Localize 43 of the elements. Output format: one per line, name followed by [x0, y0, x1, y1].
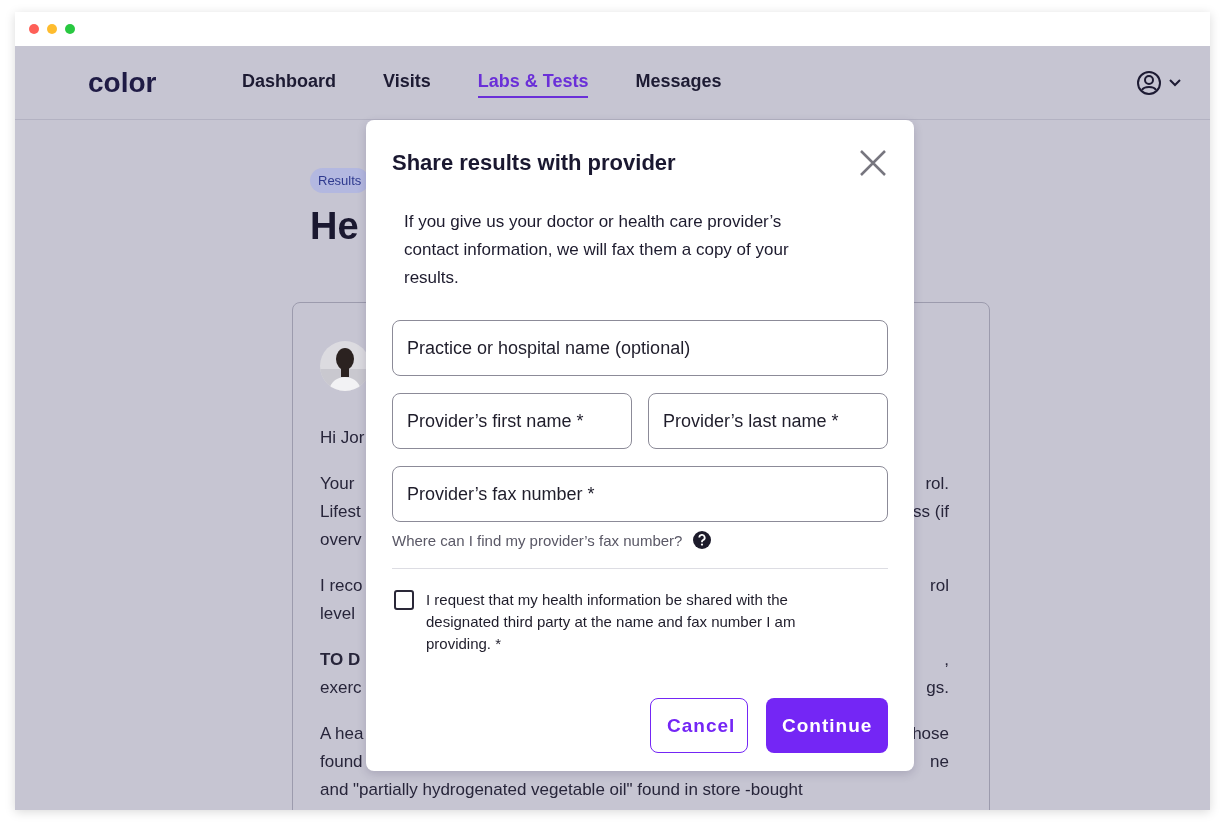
message-text: overv	[320, 529, 362, 551]
help-icon[interactable]	[692, 530, 713, 550]
user-icon	[1136, 69, 1162, 96]
message-text: level	[320, 603, 355, 625]
message-text: exerc	[320, 677, 362, 699]
message-text: gs.	[926, 677, 949, 699]
account-menu[interactable]	[1136, 69, 1182, 96]
message-text: rol.	[925, 473, 949, 495]
close-button[interactable]	[858, 148, 888, 178]
message-text: and "partially hydrogenated vegetable oil" found in store -bought	[320, 779, 803, 801]
message-text: Hi Jor	[320, 427, 365, 449]
nav-tab[interactable]: Dashboard	[242, 67, 337, 98]
message-text: ,	[944, 649, 949, 671]
message-text: A hea	[320, 723, 364, 745]
dialog-description: If you give us your doctor or health care provider’s contact information, we will fax them a copy of your results.	[404, 211, 790, 289]
logo[interactable]: color	[88, 66, 168, 99]
consent-label: I request that my health information be shared with the designated third party at the name and fax number I am providing. *	[426, 590, 797, 654]
message-text: rol	[930, 575, 949, 597]
message-text: found	[320, 751, 363, 773]
zoom-window-dot[interactable]	[65, 24, 75, 34]
minimize-window-dot[interactable]	[47, 24, 57, 34]
message-text: ss (if	[913, 501, 949, 523]
chevron-down-icon	[1168, 77, 1182, 88]
input-field[interactable]: Provider’s last name *	[648, 393, 888, 449]
help-link[interactable]: Where can I find my provider’s fax number?	[392, 531, 683, 549]
dialog-title: Share results with provider	[392, 150, 676, 176]
page-title: He	[310, 205, 359, 248]
input-field[interactable]: Provider’s fax number *	[392, 466, 888, 522]
consent-checkbox[interactable]	[394, 590, 414, 610]
nav-tab[interactable]: Visits	[383, 67, 431, 98]
cancel-button[interactable]: Cancel	[650, 698, 748, 753]
message-text: Your	[320, 473, 355, 495]
nav-tab[interactable]: Messages	[635, 67, 722, 98]
message-text: I reco	[320, 575, 363, 597]
message-text: ne	[930, 751, 949, 773]
continue-button[interactable]: Continue	[766, 698, 888, 753]
message-text: Lifest	[320, 501, 361, 523]
close-icon	[858, 148, 888, 178]
input-field[interactable]: Practice or hospital name (optional)	[392, 320, 888, 376]
message-text: TO D	[320, 649, 361, 671]
input-field[interactable]: Provider’s first name *	[392, 393, 632, 449]
nav-tab[interactable]: Labs & Tests	[477, 67, 589, 98]
close-window-dot[interactable]	[29, 24, 39, 34]
